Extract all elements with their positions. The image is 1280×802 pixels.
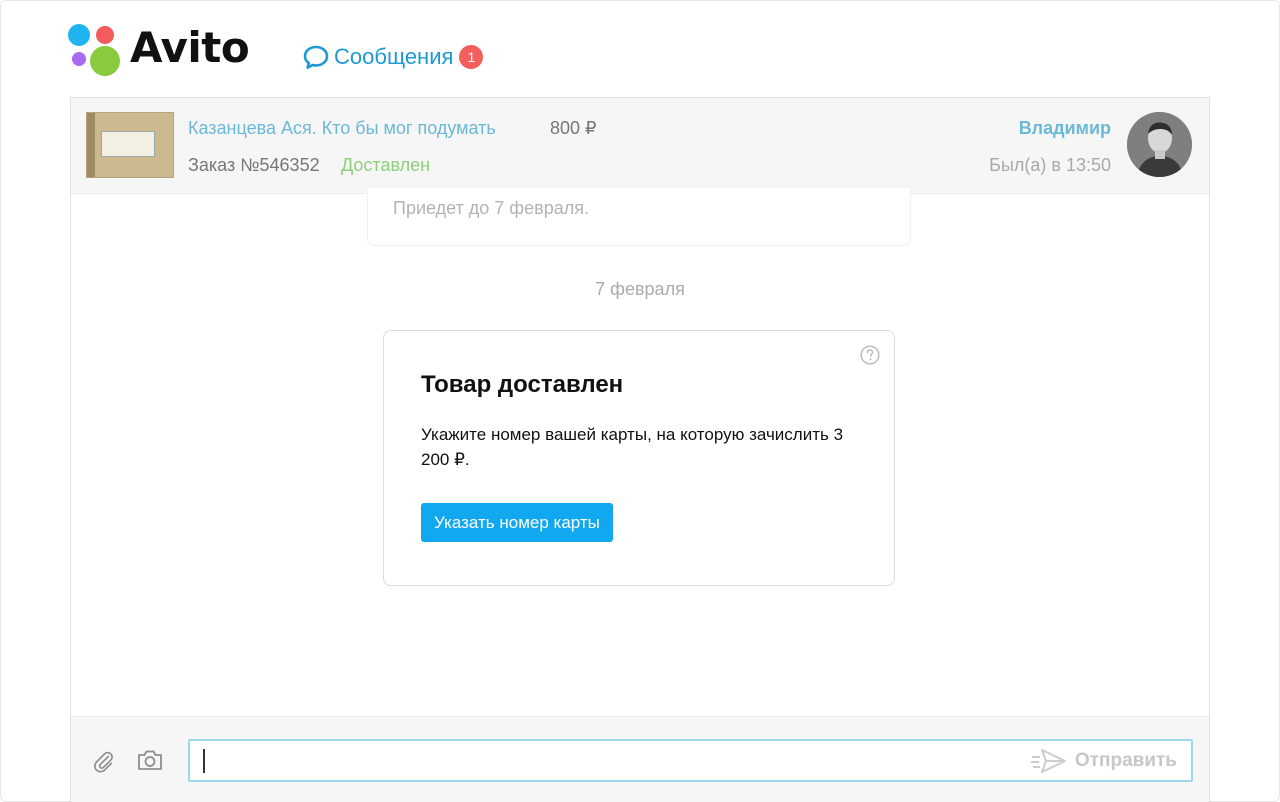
seller-last-seen: Был(а) в 13:50 bbox=[989, 155, 1111, 175]
message-input-wrapper: Отправить bbox=[188, 739, 1193, 782]
help-icon[interactable] bbox=[860, 345, 880, 365]
chat-panel: Казанцева Ася. Кто бы мог подумать 800 ₽… bbox=[70, 97, 1210, 802]
seller-name-link[interactable]: Владимир bbox=[1019, 118, 1111, 139]
unread-badge: 1 bbox=[459, 45, 484, 69]
logo-dot-green bbox=[90, 46, 120, 76]
seller-avatar[interactable] bbox=[1127, 112, 1192, 177]
enter-card-number-button[interactable]: Указать номер карты bbox=[421, 503, 613, 542]
top-header: Avito Сообщения 1 bbox=[68, 22, 668, 78]
message-input[interactable] bbox=[190, 741, 1010, 780]
order-number: Заказ №546352 bbox=[188, 155, 320, 175]
camera-icon[interactable] bbox=[136, 747, 164, 773]
logo-dot-purple bbox=[72, 52, 86, 66]
messages-link[interactable]: Сообщения 1 bbox=[302, 42, 484, 72]
text-caret bbox=[203, 749, 205, 773]
send-label: Отправить bbox=[1074, 750, 1177, 771]
previous-message-text: Приедет до 7 февраля. bbox=[393, 198, 589, 218]
delivery-notification-card: Товар доставлен Укажите номер вашей карт… bbox=[383, 330, 895, 586]
message-composer: Отправить bbox=[71, 716, 1209, 802]
order-status: Доставлен bbox=[341, 155, 431, 175]
avito-logo[interactable]: Avito bbox=[68, 22, 258, 78]
chat-header: Казанцева Ася. Кто бы мог подумать 800 ₽… bbox=[71, 98, 1209, 194]
product-title-link[interactable]: Казанцева Ася. Кто бы мог подумать bbox=[188, 118, 496, 139]
date-separator: 7 февраля bbox=[595, 279, 685, 299]
messages-label: Сообщения bbox=[334, 44, 454, 69]
paperclip-icon[interactable] bbox=[90, 749, 116, 775]
book-cover-label bbox=[101, 131, 155, 157]
send-button[interactable]: Отправить bbox=[1030, 748, 1177, 774]
product-thumbnail[interactable] bbox=[86, 112, 174, 178]
logo-dot-blue bbox=[68, 24, 90, 46]
product-price: 800 ₽ bbox=[550, 118, 597, 138]
logo-text: Avito bbox=[130, 23, 250, 72]
chat-bubble-icon bbox=[303, 45, 329, 69]
logo-dot-red bbox=[96, 26, 114, 44]
avatar-photo bbox=[1127, 112, 1192, 177]
book-spine bbox=[87, 113, 95, 177]
card-text: Укажите номер вашей карты, на которую за… bbox=[421, 425, 844, 469]
card-title: Товар доставлен bbox=[421, 371, 624, 398]
send-icon bbox=[1030, 749, 1066, 773]
